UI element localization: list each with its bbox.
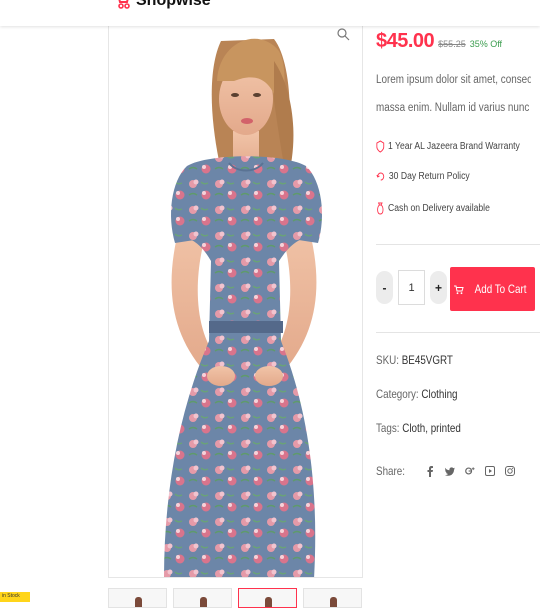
- add-to-cart-button[interactable]: Add To Cart: [450, 267, 535, 311]
- share-row: Share:: [376, 464, 516, 478]
- tags-links[interactable]: Cloth, printed: [402, 421, 461, 435]
- quantity-increase-button[interactable]: +: [430, 271, 447, 304]
- discount-label: 35% Off: [469, 39, 503, 49]
- quantity-input[interactable]: [398, 270, 425, 305]
- shield-icon: [376, 140, 385, 153]
- sku-value: BE45VGRT: [401, 353, 453, 367]
- tags-row: Tags: Cloth, printed: [376, 421, 461, 435]
- description-line: Lorem ipsum dolor sit amet, consectetur …: [376, 74, 531, 86]
- sku-row: SKU: BE45VGRT: [376, 353, 453, 367]
- cash-bag-icon: [377, 202, 384, 215]
- youtube-icon[interactable]: [485, 465, 496, 477]
- stock-badge: in Stock: [0, 592, 30, 602]
- product-main-image[interactable]: [108, 20, 363, 578]
- cart-icon: [453, 285, 464, 294]
- feature-warranty: 1 Year AL Jazeera Brand Warranty: [376, 140, 520, 153]
- site-header: Shopwise: [0, 0, 540, 26]
- zoom-icon[interactable]: [336, 27, 350, 41]
- instagram-icon[interactable]: [505, 465, 516, 477]
- feature-text: 1 Year AL Jazeera Brand Warranty: [388, 141, 520, 152]
- quantity-stepper: - +: [376, 270, 447, 305]
- brand-name: Shopwise: [136, 0, 211, 9]
- sku-label: SKU:: [376, 353, 399, 367]
- feature-cod: Cash on Delivery available: [376, 202, 490, 215]
- product-photo: [164, 38, 322, 577]
- feature-text: 30 Day Return Policy: [388, 171, 470, 182]
- divider: [376, 332, 540, 333]
- category-link[interactable]: Clothing: [421, 387, 457, 401]
- category-row: Category: Clothing: [376, 387, 458, 401]
- google-plus-icon[interactable]: [465, 465, 475, 477]
- thumbnail-4[interactable]: [303, 588, 362, 608]
- refresh-icon: [376, 172, 385, 181]
- brand-logo[interactable]: Shopwise: [116, 0, 211, 12]
- quantity-decrease-button[interactable]: -: [376, 271, 393, 304]
- cart-logo-icon: [118, 0, 130, 9]
- description-line: massa enim. Nullam id varius nunc id var…: [376, 102, 531, 114]
- thumbnail-3[interactable]: [238, 588, 297, 608]
- product-description: Lorem ipsum dolor sit amet, consectetur …: [376, 66, 531, 122]
- feature-return: 30 Day Return Policy: [376, 171, 470, 182]
- feature-text: Cash on Delivery available: [388, 203, 490, 214]
- divider: [376, 244, 540, 245]
- thumbnail-strip: [108, 588, 362, 608]
- share-label: Share:: [376, 464, 405, 478]
- add-to-cart-label: Add To Cart: [474, 282, 527, 296]
- current-price: $45.00: [376, 30, 435, 52]
- facebook-icon[interactable]: [425, 465, 435, 477]
- old-price: $55.25: [438, 39, 466, 49]
- price-block: $45.00 $55.25 35% Off: [376, 30, 502, 53]
- tags-label: Tags:: [376, 421, 400, 435]
- twitter-icon[interactable]: [445, 465, 456, 477]
- thumbnail-2[interactable]: [173, 588, 232, 608]
- thumbnail-1[interactable]: [108, 588, 167, 608]
- category-label: Category:: [376, 387, 419, 401]
